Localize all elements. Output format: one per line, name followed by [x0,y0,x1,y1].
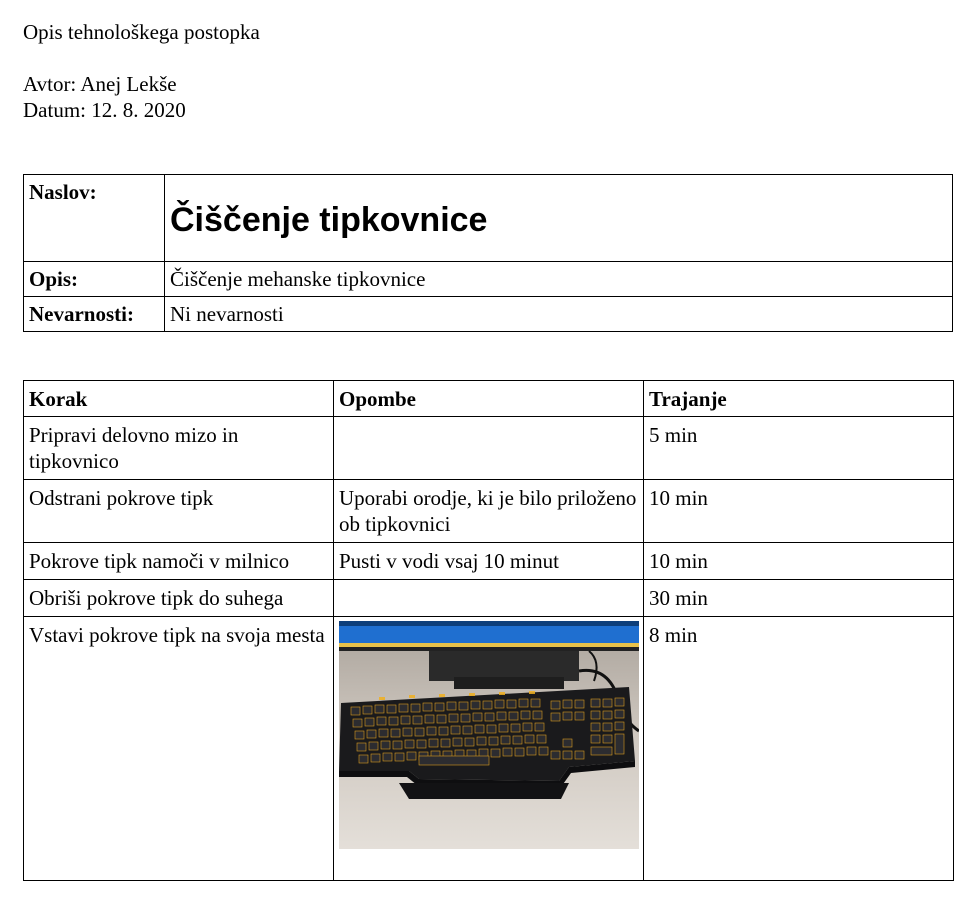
table-row: Odstrani pokrove tipk Uporabi orodje, ki… [23,479,954,543]
steps-header-row: Korak Opombe Trajanje [23,380,954,417]
column-header-step: Korak [23,380,334,417]
document-header: Opis tehnološkega postopka Avtor: Anej L… [23,19,260,123]
table-row: Pokrove tipk namoči v milnico Pusti v vo… [23,542,954,580]
step-cell: Vstavi pokrove tipk na svoja mesta [23,616,334,881]
duration-cell: 10 min [643,479,954,543]
note-cell [333,579,644,617]
keyboard-photo-icon [339,621,639,849]
table-row: Pripravi delovno mizo in tipkovnico 5 mi… [23,416,954,480]
photo-cell [333,616,644,881]
author-line: Avtor: Anej Lekše [23,72,177,96]
step-cell: Obriši pokrove tipk do suhega [23,579,334,617]
column-header-duration: Trajanje [643,380,954,417]
steps-table: Korak Opombe Trajanje Pripravi delovno m… [23,380,954,881]
duration-cell: 10 min [643,542,954,580]
note-cell [333,416,644,480]
column-header-notes: Opombe [333,380,644,417]
title-cell: Čiščenje tipkovnice [164,174,953,262]
keyboard-photo [339,621,639,849]
duration-cell: 5 min [643,416,954,480]
title-label: Naslov: [23,174,165,262]
description-label: Opis: [23,261,165,297]
duration-cell: 8 min [643,616,954,881]
date-line: Datum: 12. 8. 2020 [23,98,186,122]
document-type: Opis tehnološkega postopka [23,20,260,44]
step-cell: Odstrani pokrove tipk [23,479,334,543]
info-table: Naslov: Čiščenje tipkovnice Opis: Čiščen… [23,174,953,332]
duration-cell: 30 min [643,579,954,617]
page-title: Čiščenje tipkovnice [170,201,488,239]
table-row: Vstavi pokrove tipk na svoja mesta 8 min [23,616,954,881]
step-cell: Pripravi delovno mizo in tipkovnico [23,416,334,480]
info-row-hazards: Nevarnosti: Ni nevarnosti [23,296,953,332]
step-cell: Pokrove tipk namoči v milnico [23,542,334,580]
info-row-description: Opis: Čiščenje mehanske tipkovnice [23,261,953,297]
hazards-label: Nevarnosti: [23,296,165,332]
note-cell: Uporabi orodje, ki je bilo priloženo ob … [333,479,644,543]
note-cell: Pusti v vodi vsaj 10 minut [333,542,644,580]
table-row: Obriši pokrove tipk do suhega 30 min [23,579,954,617]
info-row-title: Naslov: Čiščenje tipkovnice [23,174,953,262]
hazards-value: Ni nevarnosti [164,296,953,332]
description-value: Čiščenje mehanske tipkovnice [164,261,953,297]
